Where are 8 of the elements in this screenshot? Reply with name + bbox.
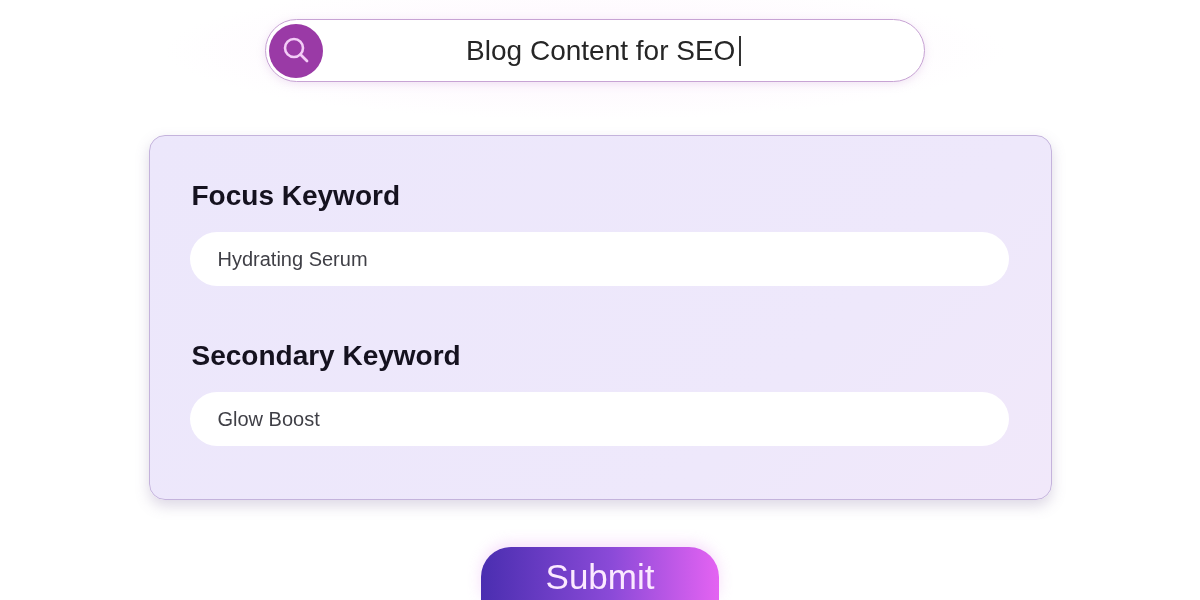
search-field[interactable]: Blog Content for SEO xyxy=(265,19,925,83)
keyword-input[interactable]: Glow Boost xyxy=(189,392,1009,447)
search-query-text: Blog Content for SEO xyxy=(466,34,736,67)
submit-button[interactable]: Submit xyxy=(481,547,719,600)
field-label: Focus Keyword xyxy=(191,179,400,214)
search-icon[interactable] xyxy=(269,23,323,78)
field-label: Secondary Keyword xyxy=(191,339,461,374)
keyword-input[interactable]: Hydrating Serum xyxy=(189,232,1009,287)
